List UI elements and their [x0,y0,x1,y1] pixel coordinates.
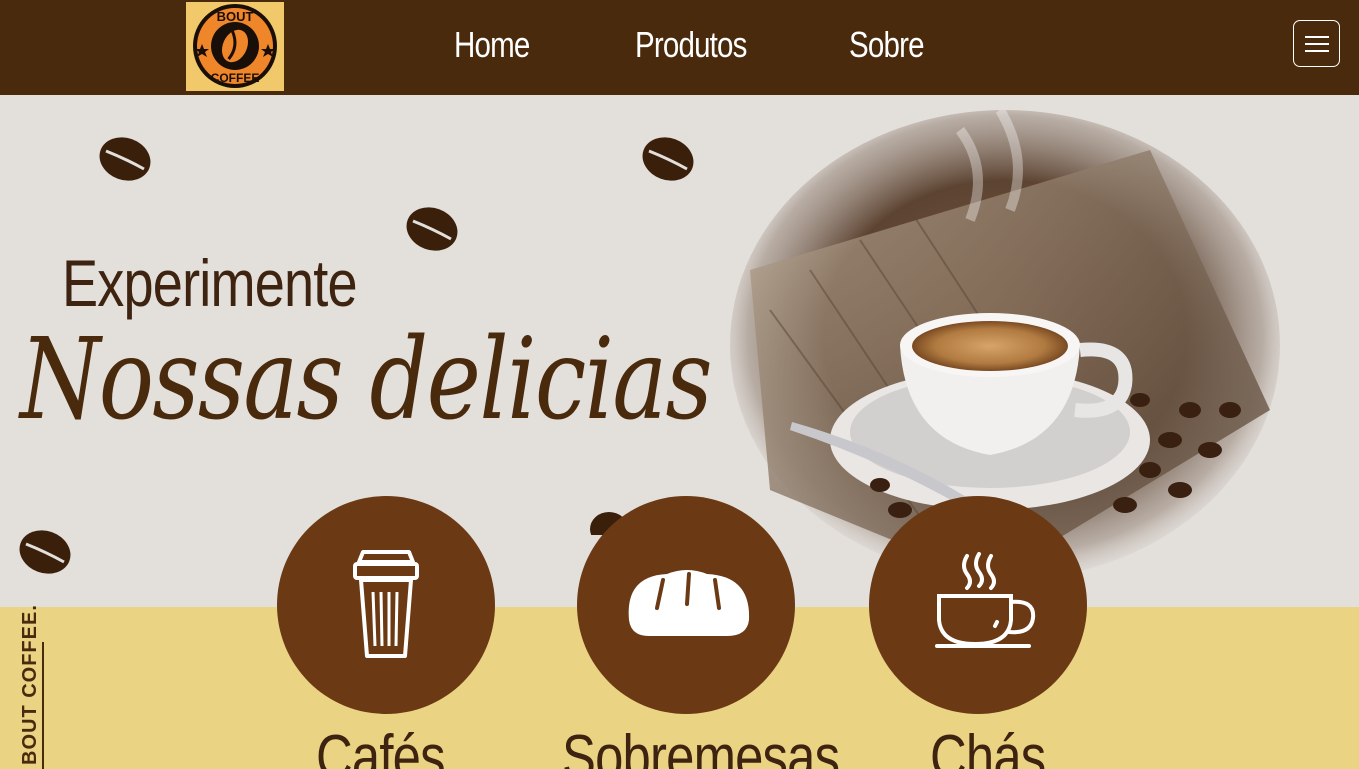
logo-text-top: BOUT [217,9,254,24]
hot-cup-icon [935,552,1036,648]
category-sobremesas[interactable] [577,496,795,714]
logo[interactable]: BOUT COFFEE [186,2,284,91]
hero-title: Nossas delicias [20,315,713,445]
side-brand-label: BOUT COFFEE. [19,604,41,765]
bread-icon [628,570,750,636]
coffee-bean-icon [99,137,151,181]
coffee-bean-icon [19,530,71,574]
logo-text-bottom: COFFEE [211,71,260,85]
coffee-bean-icon [406,207,458,251]
takeaway-cup-icon [353,550,419,658]
side-divider [42,642,44,769]
category-chas[interactable] [869,496,1087,714]
navbar: BOUT COFFEE Home Produtos Sobre [0,0,1359,95]
logo-badge-icon: BOUT COFFEE [193,4,277,88]
nav-produtos[interactable]: Produtos [635,24,747,66]
coffee-bean-icon [642,137,694,181]
category-label-sobremesas[interactable]: Sobremesas [562,722,840,769]
hamburger-icon[interactable] [1293,20,1340,67]
category-label-chas[interactable]: Chás [930,722,1046,769]
nav-sobre[interactable]: Sobre [849,24,925,66]
category-label-cafes[interactable]: Cafés [316,722,446,769]
category-cafes[interactable] [277,496,495,714]
nav-home[interactable]: Home [454,24,530,66]
page: BOUT COFFEE Home Produtos Sobre Experime… [0,0,1359,769]
hero-eyebrow: Experimente [62,246,358,320]
